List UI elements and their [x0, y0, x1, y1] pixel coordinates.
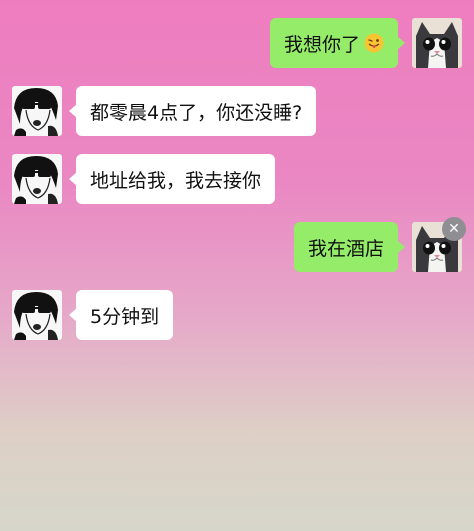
- message-row-4: 我在酒店 ✕: [0, 217, 474, 272]
- sunglasses-person-avatar-icon: [12, 86, 62, 136]
- cat-avatar-icon: [412, 18, 462, 68]
- sunglasses-person-avatar-icon: [12, 154, 62, 204]
- message-text: 地址给我，我去接你: [90, 169, 262, 192]
- contact-avatar[interactable]: [12, 290, 62, 340]
- message-bubble-incoming[interactable]: 地址给我，我去接你: [68, 154, 276, 204]
- message-text: 都零晨4点了，你还没睡?: [90, 101, 303, 124]
- message-row-1: 我想你了: [0, 18, 474, 68]
- sunglasses-person-avatar-icon: [12, 290, 62, 340]
- message-bubble-outgoing[interactable]: 我在酒店: [293, 222, 406, 272]
- contact-avatar[interactable]: [12, 86, 62, 136]
- tongue-wink-emoji-icon: [364, 33, 384, 53]
- message-bubble-incoming[interactable]: 5分钟到: [68, 290, 174, 340]
- message-text: 我想你了: [283, 33, 360, 56]
- self-avatar[interactable]: [412, 18, 462, 68]
- message-bubble-incoming[interactable]: 都零晨4点了，你还没睡?: [68, 86, 317, 136]
- message-text: 我在酒店: [307, 237, 384, 260]
- message-row-2: 都零晨4点了，你还没睡?: [0, 86, 474, 136]
- message-bubble-outgoing[interactable]: 我想你了: [269, 18, 406, 68]
- message-text: 5分钟到: [90, 305, 160, 328]
- contact-avatar[interactable]: [12, 154, 62, 204]
- message-row-5: 5分钟到: [0, 290, 474, 340]
- message-row-3: 地址给我，我去接你: [0, 154, 474, 204]
- close-icon[interactable]: ✕: [442, 217, 466, 241]
